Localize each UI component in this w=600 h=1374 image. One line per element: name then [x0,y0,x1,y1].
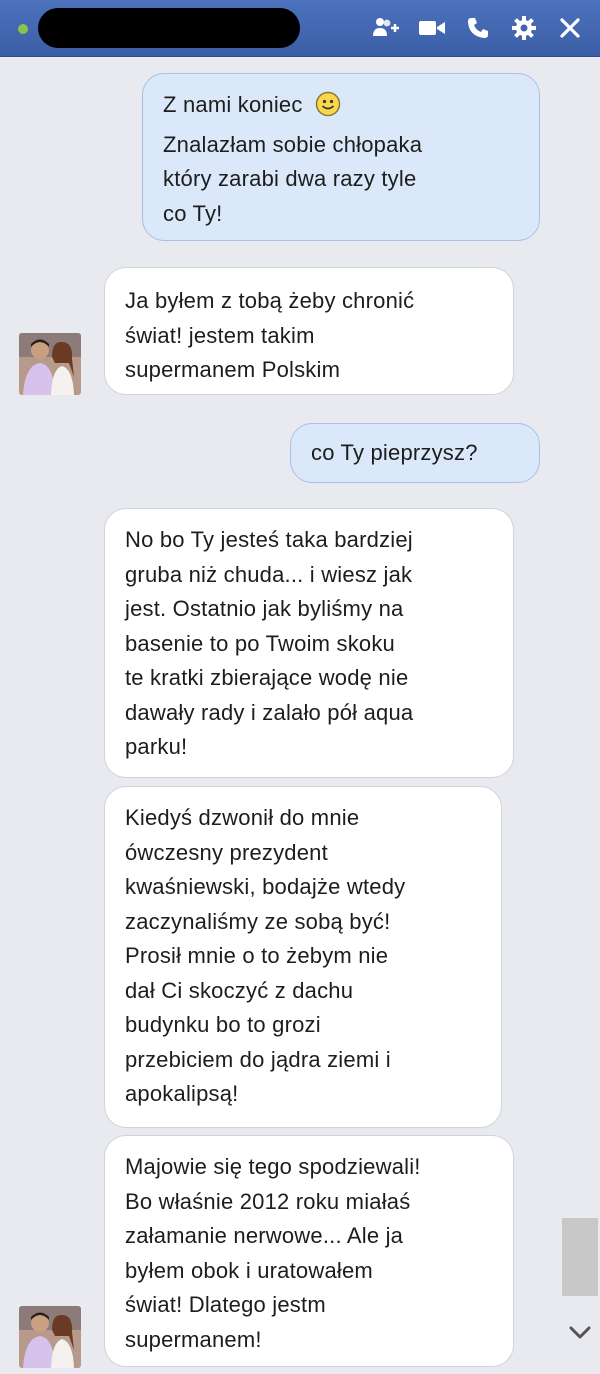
message-text-line: Ja byłem z tobą żeby chronić [125,288,415,313]
message-text-line: zaczynaliśmy ze sobą być! [125,908,391,934]
message-text-line: załamanie nerwowe... Ale ja [125,1223,404,1248]
phone-icon[interactable] [462,12,494,44]
message-text-line: Z nami koniec [163,92,303,117]
message-text-line: apokalipsą! [125,1081,239,1106]
message-text-line: który zarabi dwa razy tyle [163,166,417,191]
message-text-line: co Ty! [163,200,223,226]
message-text-line: jest. Ostatnio jak byliśmy na [125,596,404,621]
message-text-line: budynku bo to grozi [125,1012,321,1037]
message-text-line: supermanem Polskim [125,357,341,382]
message-bubble-incoming: Ja byłem z tobą żeby chronić świat! jest… [104,267,514,395]
message-text-line: dał Ci skoczyć z dachu [125,977,354,1003]
contact-avatar[interactable] [19,1306,81,1368]
gear-icon[interactable] [508,12,540,44]
message-text-line: Bo właśnie 2012 roku miałaś [125,1188,411,1214]
message-bubble-outgoing: co Ty pieprzysz? [290,423,540,483]
message-text-line: dawały rady i zalało pół aqua [125,699,414,725]
contact-name[interactable]: ██████████ [38,8,300,48]
scrollbar-thumb[interactable] [562,1218,598,1296]
message-text-line: co Ty pieprzysz? [311,440,478,465]
message-text-line: basenie to po Twoim skoku [125,630,395,656]
message-text-line: parku! [125,734,188,759]
message-text-line: byłem obok i uratowałem [125,1257,373,1283]
chat-header: ██████████ [0,0,600,57]
message-text-line: Prosił mnie o to żebym nie [125,943,389,968]
message-text-line: No bo Ty jesteś taka bardziej [125,527,413,552]
message-bubble-incoming: Kiedyś dzwonił do mnie ówczesny prezyden… [104,786,502,1128]
message-text-line: przebiciem do jądra ziemi i [125,1046,391,1072]
contact-avatar[interactable] [19,333,81,395]
message-bubble-outgoing: Z nami koniec Znalazłam sobie chłopaka k… [142,73,540,241]
close-icon[interactable] [554,12,586,44]
message-text-line: kwaśniewski, bodajże wtedy [125,874,406,899]
chevron-down-icon[interactable] [562,1318,598,1348]
message-text-line: świat! jestem takim [125,322,315,348]
message-text-line: Znalazłam sobie chłopaka [163,131,423,157]
message-text-line: ówczesny prezydent [125,839,328,865]
message-text-line: Kiedyś dzwonił do mnie [125,805,360,830]
add-friend-icon[interactable] [370,12,402,44]
online-status-icon [18,24,28,34]
video-call-icon[interactable] [416,12,448,44]
message-text-line: świat! Dlatego jestm [125,1292,326,1317]
message-bubble-incoming: Majowie się tego spodziewali! Bo właśnie… [104,1135,514,1367]
smiley-icon [315,91,341,128]
message-text-line: supermanem! [125,1326,262,1352]
message-bubble-incoming: No bo Ty jesteś taka bardziej gruba niż … [104,508,514,778]
header-actions [370,10,586,46]
message-text-line: Majowie się tego spodziewali! [125,1154,421,1179]
message-text-line: te kratki zbierające wodę nie [125,665,409,690]
message-text-line: gruba niż chuda... i wiesz jak [125,561,413,587]
